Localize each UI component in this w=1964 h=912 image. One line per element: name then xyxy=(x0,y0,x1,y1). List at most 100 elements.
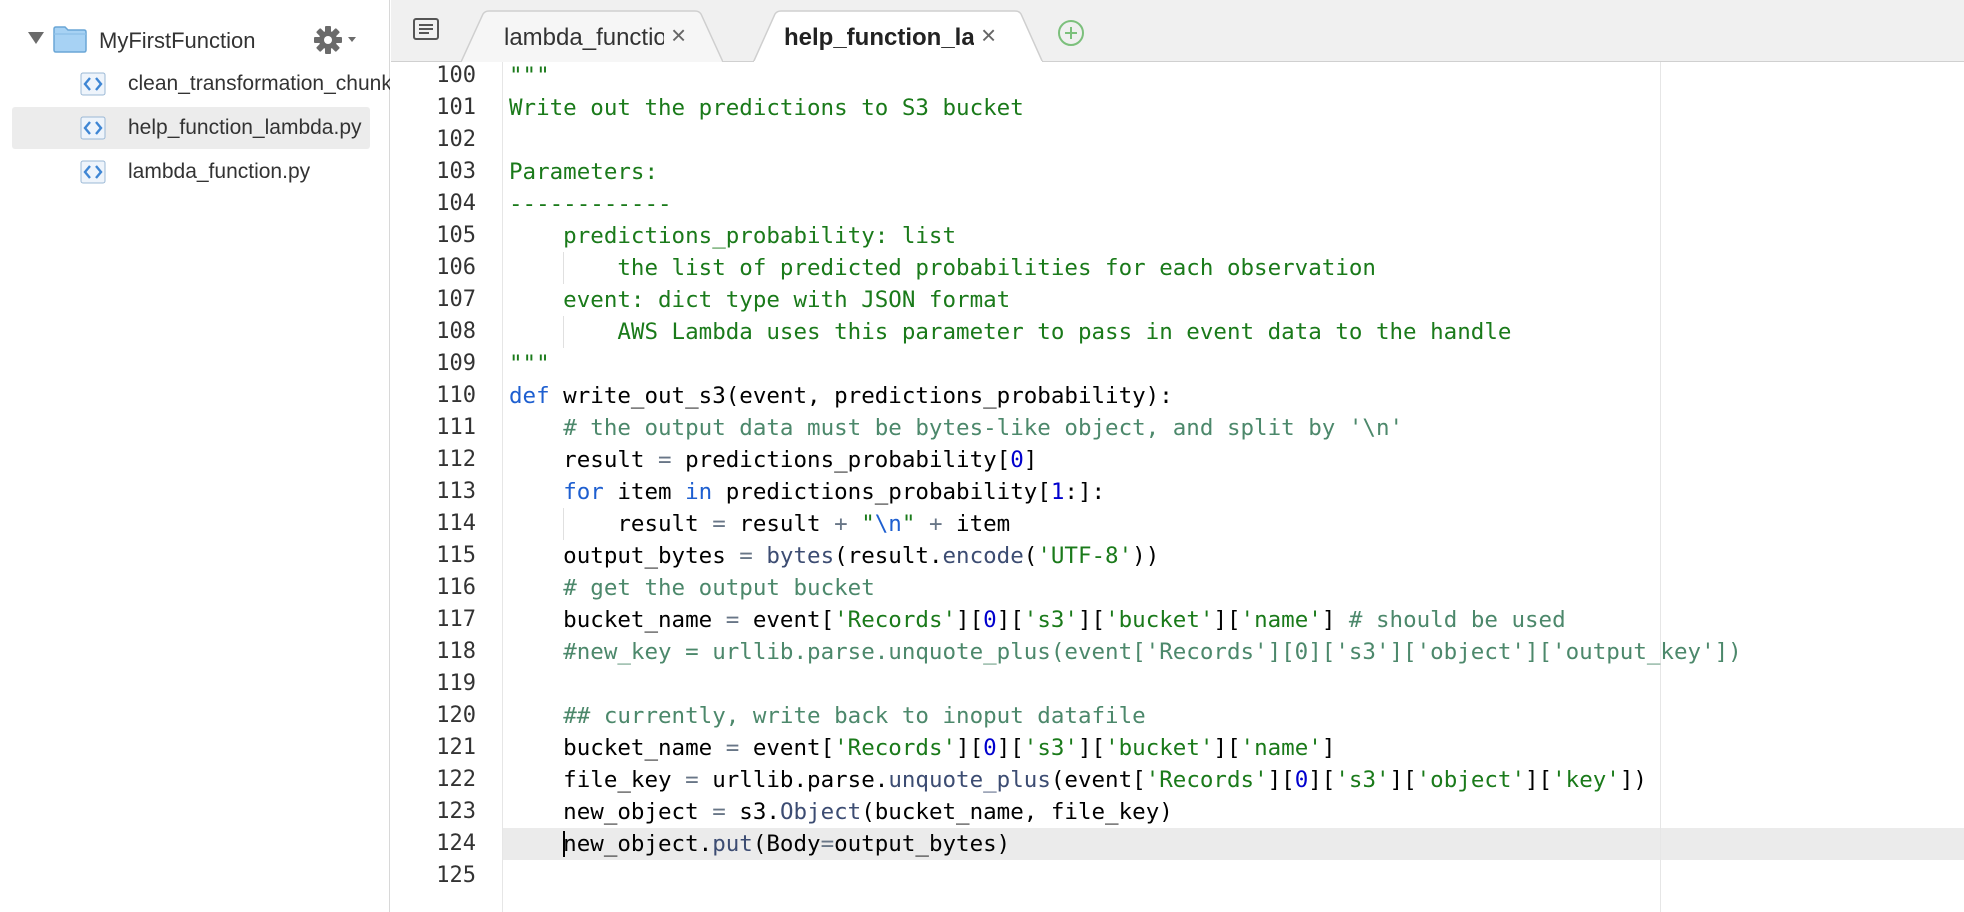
code-token: 'object' xyxy=(1416,767,1526,793)
file-name: help_function_lambda.py xyxy=(128,116,362,139)
code-line[interactable]: for item in predictions_probability[1:]: xyxy=(509,476,1105,508)
line-number-gutter: 100 101 102 103 104 105 106 107 108 109 110 111 112 1… xyxy=(391,62,503,912)
line-number: 119 xyxy=(436,671,476,696)
code-line[interactable]: output_bytes = bytes(result.encode('UTF-… xyxy=(509,540,1159,572)
code-token: 'bucket' xyxy=(1105,607,1214,633)
line-number: 123 xyxy=(436,799,476,824)
line-number: 118 xyxy=(436,639,476,664)
collapse-caret-icon[interactable] xyxy=(28,32,44,44)
code-line[interactable]: new_object.put(Body=output_bytes) xyxy=(509,828,1010,860)
code-line[interactable]: Write out the predictions to S3 bucket xyxy=(509,92,1024,124)
code-token: result xyxy=(725,511,835,537)
code-editor[interactable]: 100 101 102 103 104 105 106 107 108 109 110 111 112 1… xyxy=(391,62,1964,912)
code-line[interactable]: result = predictions_probability[0] xyxy=(509,444,1037,476)
code-token: 'key' xyxy=(1552,767,1620,793)
code-token: # get the output bucket xyxy=(563,575,875,601)
folder-row[interactable]: MyFirstFunction xyxy=(0,18,390,62)
code-token: ][ xyxy=(1389,767,1417,793)
code-line[interactable]: ## currently, write back to inoput dataf… xyxy=(509,700,1145,732)
code-line[interactable]: #new_key = urllib.parse.unquote_plus(eve… xyxy=(509,636,1742,668)
code-token: = xyxy=(725,735,740,761)
code-token: \n xyxy=(874,511,902,537)
code-line[interactable]: def write_out_s3(event, predictions_prob… xyxy=(509,380,1173,412)
folder-name: MyFirstFunction xyxy=(99,28,256,53)
add-tab-icon[interactable] xyxy=(1056,18,1086,48)
code-line[interactable]: file_key = urllib.parse.unquote_plus(eve… xyxy=(509,764,1647,796)
code-token: Object xyxy=(779,799,862,825)
line-number: 121 xyxy=(436,735,476,760)
code-token: urllib.parse. xyxy=(698,767,889,793)
code-line[interactable]: ------------ xyxy=(509,188,672,220)
code-token: ( xyxy=(1023,543,1038,569)
code-token: bucket_name xyxy=(509,735,726,761)
code-token: 0 xyxy=(983,735,997,761)
file-item-help-function-lambda[interactable]: help_function_lambda.py xyxy=(12,107,370,149)
code-line[interactable]: event: dict type with JSON format xyxy=(509,284,1010,316)
python-file-icon xyxy=(80,160,106,184)
code-token: item xyxy=(942,511,1011,537)
code-line[interactable]: """ xyxy=(509,348,550,380)
code-line[interactable]: the list of predicted probabilities for … xyxy=(509,252,1376,284)
code-token: = xyxy=(712,799,726,825)
tab-label: lambda_function.py xyxy=(504,24,664,51)
folder-icon xyxy=(53,26,87,53)
code-token: Write out the predictions to S3 bucket xyxy=(509,95,1024,121)
code-token: unquote_plus xyxy=(888,767,1051,793)
code-line[interactable]: """ xyxy=(509,62,550,92)
code-line[interactable]: # the output data must be bytes-like obj… xyxy=(509,412,1403,444)
code-line[interactable]: AWS Lambda uses this parameter to pass i… xyxy=(509,316,1511,348)
code-line[interactable]: bucket_name = event['Records'][0]['s3'][… xyxy=(509,732,1335,764)
code-line[interactable]: bucket_name = event['Records'][0]['s3'][… xyxy=(509,604,1566,636)
file-item-lambda-function[interactable]: lambda_function.py xyxy=(12,151,370,193)
code-token: event: dict type with JSON format xyxy=(509,287,1011,313)
close-icon[interactable]: × xyxy=(671,22,686,48)
code-token: (Body xyxy=(752,831,821,857)
code-token: event[ xyxy=(739,607,835,633)
line-number: 108 xyxy=(436,319,476,344)
python-file-icon xyxy=(80,116,106,140)
code-token: (bucket_name, file_key) xyxy=(861,799,1173,825)
line-number: 101 xyxy=(436,95,476,120)
code-token: new_object. xyxy=(509,831,713,857)
code-token: = xyxy=(820,831,835,857)
line-number: 110 xyxy=(436,383,476,408)
code-line[interactable]: new_object = s3.Object(bucket_name, file… xyxy=(509,796,1173,828)
code-token: (event[ xyxy=(1050,767,1146,793)
code-line[interactable]: result = result + "\n" + item xyxy=(509,508,1010,540)
line-number: 100 xyxy=(436,63,476,88)
line-number: 109 xyxy=(436,351,476,376)
code-token: result xyxy=(509,511,713,537)
code-token: = xyxy=(725,607,740,633)
file-name: lambda_function.py xyxy=(128,160,311,183)
code-line[interactable]: # get the output bucket xyxy=(509,572,875,604)
code-token: AWS Lambda uses this parameter to pass i… xyxy=(509,319,1512,345)
code-token: ][ xyxy=(1077,607,1106,633)
file-list-menu-icon[interactable] xyxy=(411,16,441,44)
code-token: # should be used xyxy=(1348,607,1566,633)
code-token: output_bytes) xyxy=(834,831,1011,857)
code-token: 1 xyxy=(1050,479,1065,505)
code-token: 'name' xyxy=(1240,735,1322,761)
line-number: 103 xyxy=(436,159,476,184)
gear-icon[interactable] xyxy=(312,24,360,56)
line-number: 117 xyxy=(436,607,476,632)
print-margin xyxy=(1660,62,1661,912)
code-token: #new_key = urllib.parse.unquote_plus(eve… xyxy=(563,639,1742,665)
code-token: new_object xyxy=(509,799,713,825)
line-number: 125 xyxy=(436,863,476,888)
code-token: ][ xyxy=(1525,767,1553,793)
file-item-clean-transformation[interactable]: clean_transformation_chunk.py xyxy=(12,63,390,105)
close-icon[interactable]: × xyxy=(981,22,996,48)
tab-lambda-function[interactable]: lambda_function.py × xyxy=(461,10,723,62)
code-token: write_out_s3(event, predictions_probabil… xyxy=(549,383,1173,409)
code-token: = xyxy=(739,543,753,569)
line-number: 113 xyxy=(436,479,476,504)
tab-help-function-lambda[interactable]: help_function_lambda.py × xyxy=(753,10,1043,63)
code-line[interactable]: predictions_probability: list xyxy=(509,220,956,252)
code-line[interactable]: Parameters: xyxy=(509,156,658,188)
code-token: in xyxy=(685,479,713,505)
